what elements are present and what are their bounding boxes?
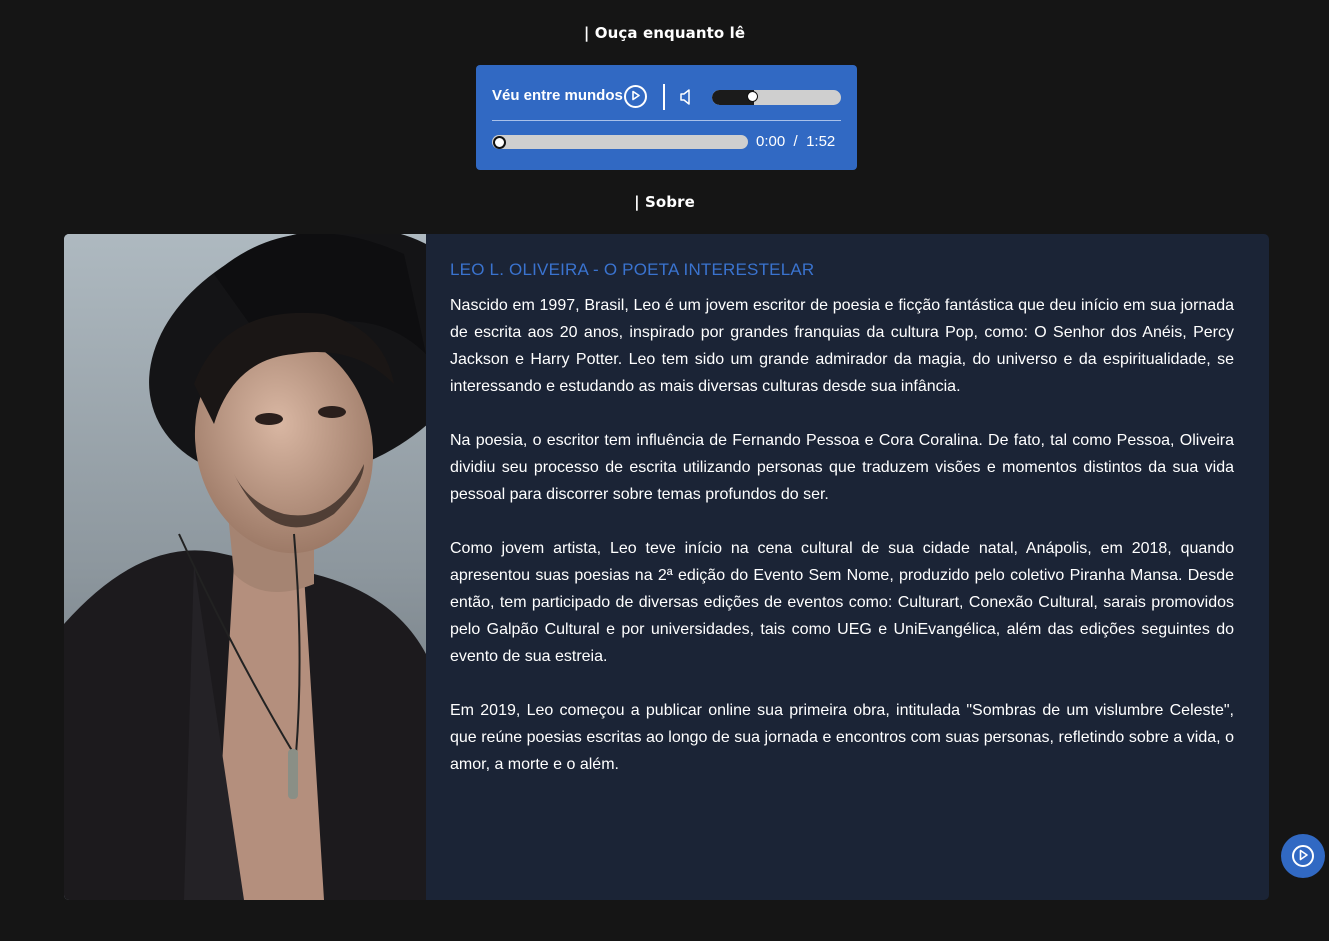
author-photo xyxy=(64,234,426,900)
bio-paragraph: Nascido em 1997, Brasil, Leo é um jovem … xyxy=(450,297,1234,395)
about-section-label: | Sobre xyxy=(634,193,695,211)
volume-slider[interactable] xyxy=(712,90,841,105)
seek-bar-handle[interactable] xyxy=(493,136,506,149)
current-time: 0:00 xyxy=(756,133,786,150)
time-display: 0:00 / 1:52 xyxy=(756,133,835,150)
author-photo-illustration xyxy=(64,234,426,900)
track-title: Véu entre mundos xyxy=(492,87,623,104)
player-divider xyxy=(663,84,665,110)
bio-heading: LEO L. OLIVEIRA - O POETA INTERESTELAR xyxy=(450,260,815,279)
floating-play-button[interactable] xyxy=(1281,834,1325,878)
play-button[interactable] xyxy=(624,85,647,108)
bio-paragraph: Como jovem artista, Leo teve início na c… xyxy=(450,540,1234,665)
bio-paragraph: Na poesia, o escritor tem influência de … xyxy=(450,432,1234,503)
speaker-volume-icon[interactable] xyxy=(680,88,694,106)
time-separator: / xyxy=(793,133,798,150)
audio-player: Véu entre mundos 0:00 / 1:52 xyxy=(476,65,857,170)
play-icon xyxy=(632,90,640,101)
duration: 1:52 xyxy=(806,133,836,150)
seek-bar[interactable] xyxy=(492,135,748,149)
about-card: LEO L. OLIVEIRA - O POETA INTERESTELAR N… xyxy=(64,234,1269,900)
listen-section-label: | Ouça enquanto lê xyxy=(583,24,746,42)
player-separator-line xyxy=(492,120,841,121)
author-bio: LEO L. OLIVEIRA - O POETA INTERESTELAR N… xyxy=(450,260,1234,805)
bio-paragraph: Em 2019, Leo começou a publicar online s… xyxy=(450,702,1234,773)
play-icon xyxy=(1299,849,1308,861)
